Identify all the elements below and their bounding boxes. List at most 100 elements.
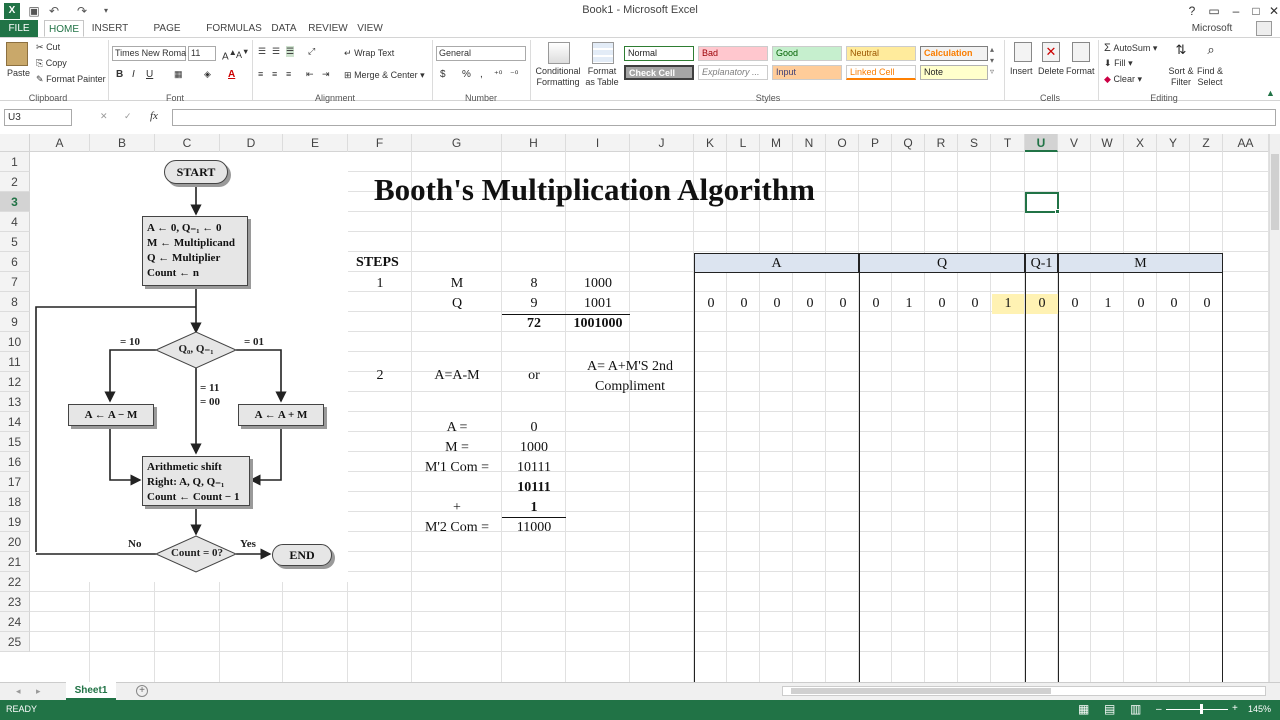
delete-cells-button[interactable]: Delete [1038,66,1064,76]
binoculars-icon[interactable]: ⌕ [1202,42,1220,62]
row-header-9[interactable]: 9 [0,312,30,332]
zoom-out-icon[interactable]: – [1156,704,1162,715]
row-header-6[interactable]: 6 [0,252,30,272]
sort-filter-icon[interactable]: ⇅ [1172,42,1190,62]
tab-data[interactable]: DATA [268,20,300,37]
align-middle-icon[interactable]: ☰ [272,46,280,57]
v-scroll-thumb[interactable] [1271,154,1279,230]
normal-view-icon[interactable]: ▦ [1078,702,1089,716]
column-header-s[interactable]: S [958,134,991,152]
page-break-view-icon[interactable]: ▥ [1130,702,1141,716]
style-linked-cell[interactable]: Linked Cell [846,65,916,80]
column-header-aa[interactable]: AA [1223,134,1269,152]
sheet-tab-sheet1[interactable]: Sheet1 [66,682,116,700]
name-box[interactable]: U3 [4,109,72,126]
page-layout-view-icon[interactable]: ▤ [1104,702,1115,716]
row-header-21[interactable]: 21 [0,552,30,572]
column-header-o[interactable]: O [826,134,859,152]
cut-button[interactable]: ✂ Cut [36,42,60,53]
column-header-w[interactable]: W [1091,134,1124,152]
row-header-8[interactable]: 8 [0,292,30,312]
wrap-text-button[interactable]: ↵ Wrap Text [344,48,394,59]
column-header-k[interactable]: K [694,134,727,152]
conditional-formatting-icon[interactable] [548,42,570,64]
fill-button[interactable]: ⬇ Fill ▾ [1104,58,1133,69]
paste-icon[interactable] [6,42,28,66]
merge-center-button[interactable]: ⊞ Merge & Center ▾ [344,70,425,81]
help-icon[interactable]: ? [1182,2,1202,20]
style-check-cell[interactable]: Check Cell [624,65,694,80]
row-header-7[interactable]: 7 [0,272,30,292]
prev-sheet-icon[interactable]: ◂ [16,686,21,697]
align-right-icon[interactable]: ≡ [286,69,291,79]
styles-scroll-icon[interactable]: ▴ ▾ ▿ [990,44,994,77]
column-header-v[interactable]: V [1058,134,1091,152]
column-header-e[interactable]: E [283,134,348,152]
tab-home[interactable]: HOME [44,20,84,37]
row-header-25[interactable]: 25 [0,632,30,652]
close-icon[interactable]: ✕ [1264,2,1280,20]
align-center-icon[interactable]: ≡ [272,69,277,79]
tab-review[interactable]: REVIEW [308,20,348,37]
row-header-15[interactable]: 15 [0,432,30,452]
flowchart[interactable]: START A ← 0, Q₋₁ ← 0 M ← Multiplicand Q … [30,152,348,582]
format-painter-button[interactable]: ✎ Format Painter [36,74,106,85]
tab-formulas[interactable]: FORMULAS [206,20,262,37]
row-header-19[interactable]: 19 [0,512,30,532]
zoom-slider-thumb[interactable] [1200,704,1203,714]
grow-font-icon[interactable]: A▲ [222,47,237,62]
font-size-select[interactable]: 11 [188,46,216,61]
formula-input[interactable] [172,109,1276,126]
ribbon-display-icon[interactable]: ▭ [1204,2,1224,20]
column-header-c[interactable]: C [155,134,220,152]
collapse-ribbon-icon[interactable]: ▲ [1266,88,1275,98]
column-header-n[interactable]: N [793,134,826,152]
column-header-t[interactable]: T [991,134,1025,152]
style-good[interactable]: Good [772,46,842,61]
row-header-12[interactable]: 12 [0,372,30,392]
row-header-18[interactable]: 18 [0,492,30,512]
style-neutral[interactable]: Neutral [846,46,916,61]
next-sheet-icon[interactable]: ▸ [36,686,41,697]
zoom-slider[interactable] [1166,709,1228,710]
cancel-entry-icon[interactable]: ✕ [100,111,108,122]
bold-button[interactable]: B [116,69,123,80]
shrink-font-icon[interactable]: A▼ [236,47,249,60]
align-bottom-icon[interactable]: ☰ [286,46,295,57]
tab-view[interactable]: VIEW [354,20,386,37]
column-header-z[interactable]: Z [1190,134,1223,152]
autosum-button[interactable]: Σ AutoSum ▾ [1104,42,1157,54]
format-cells-button[interactable]: Format [1066,66,1095,76]
delete-cells-icon[interactable]: ✕ [1042,42,1060,62]
style-note[interactable]: Note [920,65,988,80]
increase-indent-icon[interactable]: ⇥ [322,69,330,80]
vertical-scrollbar[interactable] [1269,134,1280,682]
horizontal-scrollbar[interactable] [782,686,1266,696]
zoom-in-icon[interactable]: + [1232,703,1238,714]
clear-button[interactable]: ◆ Clear ▾ [1104,74,1142,85]
font-name-select[interactable]: Times New Roma [112,46,186,61]
tab-file[interactable]: FILE [0,20,38,37]
orientation-icon[interactable]: ⤢ [308,46,315,57]
row-header-16[interactable]: 16 [0,452,30,472]
underline-button[interactable]: U [146,69,153,80]
column-header-f[interactable]: F [348,134,412,152]
style-calculation[interactable]: Calculation [920,46,988,61]
number-format-select[interactable]: General [436,46,526,61]
find-select-button[interactable]: Find & Select [1194,66,1226,88]
row-header-13[interactable]: 13 [0,392,30,412]
column-header-g[interactable]: G [412,134,502,152]
style-normal[interactable]: Normal [624,46,694,61]
row-header-10[interactable]: 10 [0,332,30,352]
row-header-1[interactable]: 1 [0,152,30,172]
percent-button[interactable]: % [462,69,471,80]
align-top-icon[interactable]: ☰ [258,46,266,57]
column-header-x[interactable]: X [1124,134,1157,152]
column-header-q[interactable]: Q [892,134,925,152]
minimize-icon[interactable]: – [1226,2,1246,20]
format-as-table-button[interactable]: Format as Table [582,66,622,88]
confirm-entry-icon[interactable]: ✓ [124,111,132,122]
row-header-17[interactable]: 17 [0,472,30,492]
paste-button[interactable]: Paste [7,68,30,78]
column-header-m[interactable]: M [760,134,793,152]
